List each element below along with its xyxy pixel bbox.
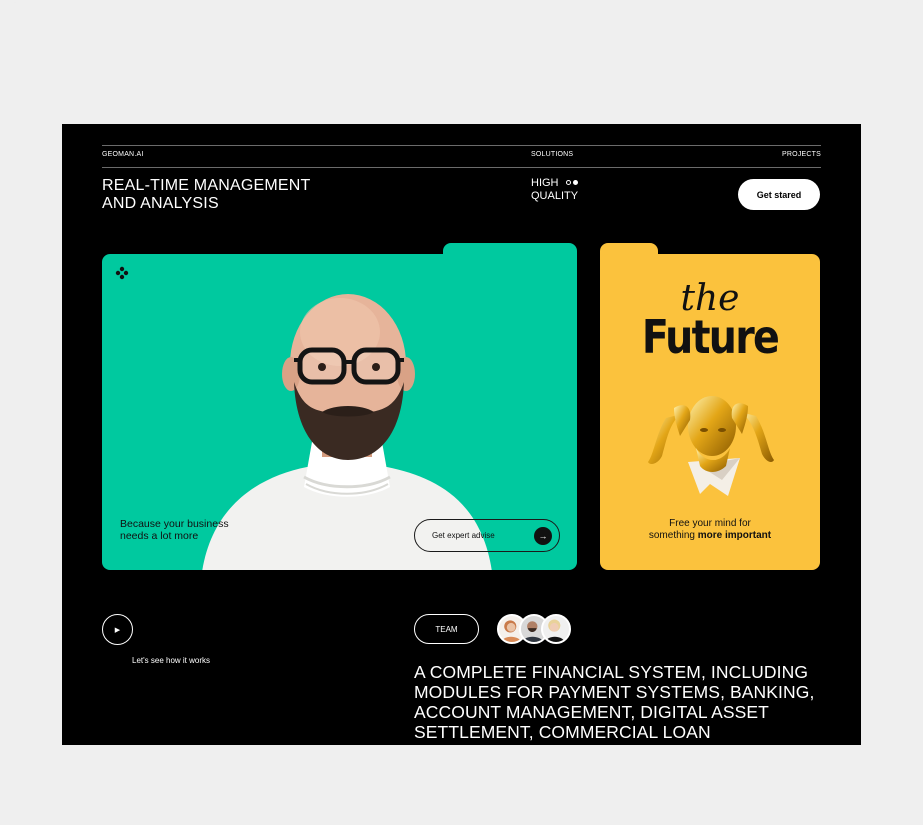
arrow-right-icon: →	[534, 527, 552, 545]
nav-projects[interactable]: PROJECTS	[782, 151, 821, 158]
get-expert-advise-button[interactable]: Get expert advise →	[414, 519, 560, 552]
future-caption-line1: Free your mind for	[669, 518, 751, 529]
green-hero-card: Because your business needs a lot more G…	[102, 254, 577, 570]
future-caption-something: something	[648, 530, 695, 541]
brand-logo-link[interactable]: GEOMAN.AI	[102, 151, 143, 158]
play-video-button[interactable]: ▶	[102, 614, 133, 645]
header-top-divider	[102, 145, 821, 146]
future-title: Future	[641, 310, 780, 364]
quality-text: HIGH QUALITY	[531, 177, 579, 202]
play-icon: ▶	[114, 626, 121, 634]
window-frame: GEOMAN.AI SOLUTIONS PROJECTS REAL-TIME M…	[0, 0, 923, 825]
future-caption: Free your mind for something more import…	[600, 518, 820, 542]
nav-solutions[interactable]: SOLUTIONS	[531, 151, 573, 158]
header-bottom-divider	[102, 167, 821, 168]
green-card-tagline: Because your business needs a lot more	[120, 518, 229, 542]
get-started-button[interactable]: Get stared	[738, 179, 820, 210]
golden-head-sculpture-image	[648, 396, 774, 496]
advise-button-label: Get expert advise	[432, 531, 495, 540]
brand-dots-icon	[115, 266, 129, 280]
quality-dots-icon	[566, 180, 578, 185]
future-caption-bold: more important	[697, 530, 772, 541]
team-button[interactable]: TEAM	[414, 614, 479, 644]
avatar[interactable]	[541, 614, 571, 644]
how-it-works-label: Let's see how it works	[132, 656, 211, 665]
future-caption-line2: something more important	[600, 530, 820, 542]
future-promo-card: the Future Free your mind for something …	[600, 254, 820, 570]
landing-page: GEOMAN.AI SOLUTIONS PROJECTS REAL-TIME M…	[62, 124, 861, 745]
financial-system-statement: A COMPLETE FINANCIAL SYSTEM, INCLUDING M…	[414, 662, 815, 745]
quality-label: HIGH QUALITY	[531, 177, 579, 203]
hero-headline: REAL-TIME MANAGEMENT AND ANALYSIS	[102, 177, 311, 212]
